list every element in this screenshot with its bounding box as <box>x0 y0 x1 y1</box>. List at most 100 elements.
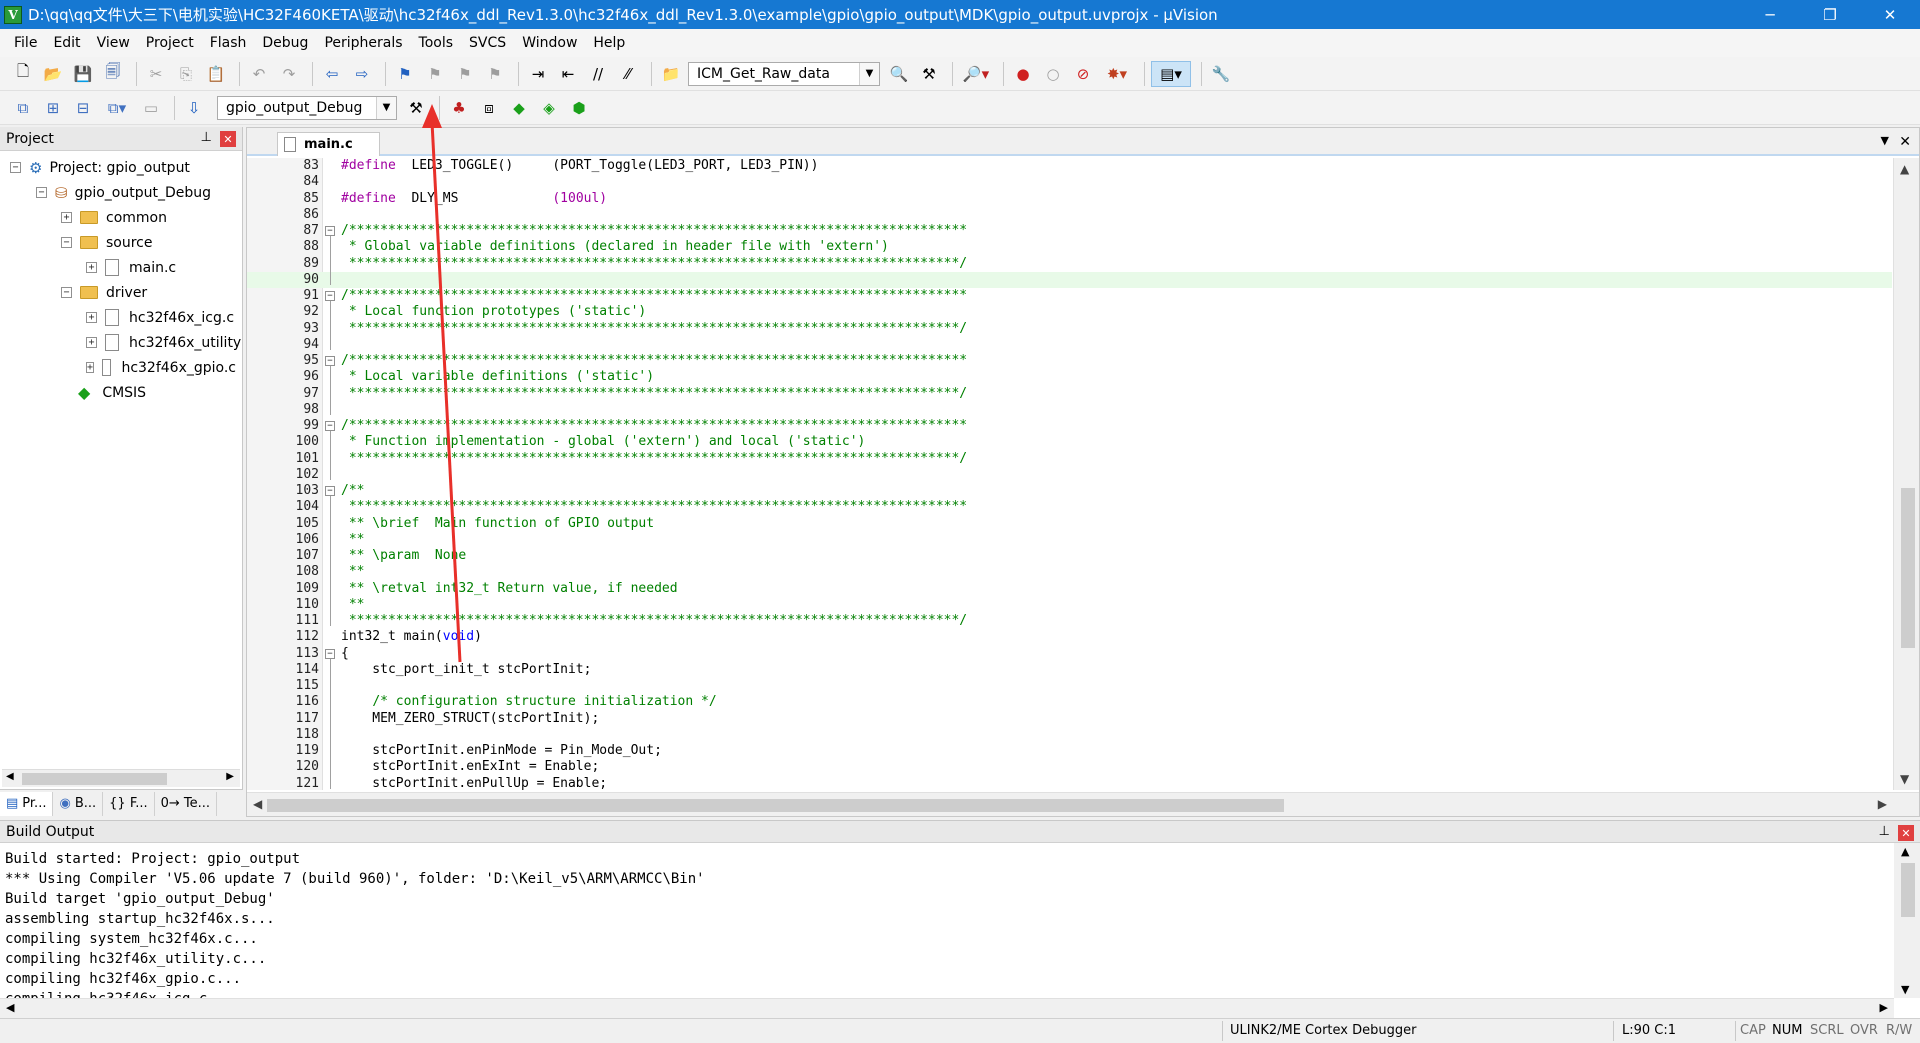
tree-file-gpio[interactable]: + hc32f46x_gpio.c <box>86 355 236 380</box>
restore-button[interactable]: ❐ <box>1800 0 1860 29</box>
code-line[interactable]: 118 <box>247 727 1892 743</box>
close-tab-icon[interactable]: ✕ <box>1899 134 1911 150</box>
expand-icon[interactable]: + <box>61 212 72 223</box>
disable-breakpoints-icon[interactable]: ⊘ <box>1070 61 1096 87</box>
pack-installer-icon[interactable]: ◈ <box>536 95 562 121</box>
menu-edit[interactable]: Edit <box>45 29 88 57</box>
project-horizontal-scrollbar[interactable]: ◀ ▶ <box>2 769 240 787</box>
fold-toggle-icon[interactable]: − <box>325 486 335 496</box>
fold-toggle-icon[interactable]: − <box>325 291 335 301</box>
scroll-left-icon[interactable]: ◀ <box>6 1001 14 1014</box>
chevron-down-icon[interactable]: ▼ <box>376 96 396 119</box>
code-line[interactable]: 104 ************************************… <box>247 499 1892 515</box>
prev-bookmark-icon[interactable]: ⚑ <box>422 61 448 87</box>
menu-view[interactable]: View <box>89 29 138 57</box>
scroll-left-icon[interactable]: ◀ <box>6 771 14 782</box>
scroll-right-icon[interactable]: ▶ <box>1878 797 1887 811</box>
fold-toggle-icon[interactable]: − <box>325 648 335 659</box>
collapse-icon[interactable]: − <box>61 287 72 298</box>
code-line[interactable]: 113−{ <box>247 646 1892 662</box>
code-line[interactable]: 116 /* configuration structure initializ… <box>247 694 1892 710</box>
expand-icon[interactable]: + <box>86 262 97 273</box>
scrollbar-thumb[interactable] <box>267 799 1284 812</box>
options-for-target-icon[interactable]: ⚒ <box>403 95 429 121</box>
code-line[interactable]: 103−/** <box>247 483 1892 499</box>
scroll-down-icon[interactable]: ▼ <box>1900 772 1909 786</box>
code-line[interactable]: 96 * Local variable definitions ('static… <box>247 369 1892 385</box>
code-line[interactable]: 109 ** \retval int32_t Return value, if … <box>247 581 1892 597</box>
scroll-right-icon[interactable]: ▶ <box>226 771 234 782</box>
scrollbar-thumb[interactable] <box>22 773 167 785</box>
configure-icon[interactable]: 🔧 <box>1208 61 1234 87</box>
redo-icon[interactable]: ↷ <box>276 61 302 87</box>
code-line[interactable]: 120 stcPortInit.enExInt = Enable; <box>247 759 1892 775</box>
close-window-button[interactable]: ✕ <box>1860 0 1920 29</box>
code-line[interactable]: 89 *************************************… <box>247 256 1892 272</box>
code-editor[interactable]: 83 #define LED3_TOGGLE() (PORT_Toggle(LED… <box>247 158 1892 790</box>
scroll-right-icon[interactable]: ▶ <box>1880 1001 1888 1014</box>
close-panel-icon[interactable]: ✕ <box>1898 825 1914 841</box>
next-bookmark-icon[interactable]: ⚑ <box>452 61 478 87</box>
new-file-icon[interactable]: 🗋 <box>10 61 36 87</box>
code-line[interactable]: 107 ** \param None <box>247 548 1892 564</box>
code-line[interactable]: 114 stc_port_init_t stcPortInit; <box>247 662 1892 678</box>
editor-horizontal-scrollbar[interactable]: ◀ ▶ <box>247 792 1919 816</box>
tree-project-root[interactable]: − ⚙ Project: gpio_output <box>10 155 190 180</box>
build-output-text[interactable]: Build started: Project: gpio_output *** U… <box>5 849 1885 999</box>
menu-project[interactable]: Project <box>138 29 202 57</box>
find-icon[interactable]: 🔍 <box>886 61 912 87</box>
fold-toggle-icon[interactable]: − <box>325 356 335 366</box>
open-folder-icon[interactable]: 📂 <box>40 61 66 87</box>
stop-build-icon[interactable]: ▭ <box>138 95 164 121</box>
code-line[interactable]: 112 int32_t main(void) <box>247 629 1892 645</box>
code-line[interactable]: 105 ** \brief Main function of GPIO outp… <box>247 516 1892 532</box>
code-line[interactable]: 95−/************************************… <box>247 353 1892 369</box>
tree-file-main[interactable]: + main.c <box>86 255 176 280</box>
code-line[interactable]: 91−/************************************… <box>247 288 1892 304</box>
tab-list-icon[interactable]: ▼ <box>1881 134 1889 147</box>
tab-main-c[interactable]: main.c <box>277 132 380 156</box>
undo-icon[interactable]: ↶ <box>246 61 272 87</box>
collapse-icon[interactable]: − <box>36 187 47 198</box>
tree-target[interactable]: − ⛁ gpio_output_Debug <box>36 180 211 205</box>
scroll-up-icon[interactable]: ▲ <box>1901 845 1909 858</box>
target-combo[interactable]: gpio_output_Debug ▼ <box>217 95 397 120</box>
code-line[interactable]: 102 <box>247 467 1892 483</box>
manage-run-time-environment-icon[interactable]: ◆ <box>506 95 532 121</box>
code-line[interactable]: 106 ** <box>247 532 1892 548</box>
menu-window[interactable]: Window <box>514 29 585 57</box>
expand-icon[interactable]: + <box>86 312 97 323</box>
debug-session-icon[interactable]: 🔎▾ <box>959 61 993 87</box>
uncomment-icon[interactable]: ⁄⁄ <box>615 61 641 87</box>
comment-icon[interactable]: // <box>585 61 611 87</box>
save-icon[interactable]: 💾 <box>70 61 96 87</box>
code-line[interactable]: 85 #define DLY_MS (100ul) <box>247 191 1892 207</box>
tab-templates[interactable]: 0→ Te... <box>155 791 218 816</box>
translate-icon[interactable]: ⧉ <box>10 95 36 121</box>
code-line[interactable]: 84 <box>247 174 1892 190</box>
window-layout-icon[interactable]: ▤▾ <box>1151 60 1191 87</box>
code-line[interactable]: 98 <box>247 402 1892 418</box>
build-vertical-scrollbar[interactable]: ▲ ▼ <box>1894 843 1920 998</box>
menu-svcs[interactable]: SVCS <box>461 29 514 57</box>
tree-file-icg[interactable]: + hc32f46x_icg.c <box>86 305 234 330</box>
code-line[interactable]: 108 ** <box>247 564 1892 580</box>
fold-toggle-icon[interactable]: − <box>325 226 335 236</box>
batch-build-icon[interactable]: ⧉▾ <box>100 95 134 121</box>
expand-icon[interactable]: + <box>86 337 97 348</box>
minimize-button[interactable]: ─ <box>1740 0 1800 29</box>
tab-project[interactable]: ▤ Pr... <box>0 791 54 816</box>
code-line[interactable]: 111 ************************************… <box>247 613 1892 629</box>
tree-group-source[interactable]: − source <box>61 230 153 255</box>
manage-project-items-icon[interactable]: ♣ <box>446 95 472 121</box>
find-combo[interactable]: ICM_Get_Raw_data ▼ <box>688 61 880 86</box>
code-line[interactable]: 93 *************************************… <box>247 321 1892 337</box>
find-in-files-icon[interactable]: 📁 <box>658 61 684 87</box>
scroll-left-icon[interactable]: ◀ <box>253 797 262 811</box>
collapse-icon[interactable]: − <box>61 237 72 248</box>
device-database-icon[interactable]: ⬢ <box>566 95 592 121</box>
kill-breakpoints-icon[interactable]: ✸▾ <box>1100 61 1134 87</box>
tree-group-driver[interactable]: − driver <box>61 280 147 305</box>
cut-icon[interactable]: ✂ <box>143 61 169 87</box>
scrollbar-thumb[interactable] <box>1901 863 1915 917</box>
